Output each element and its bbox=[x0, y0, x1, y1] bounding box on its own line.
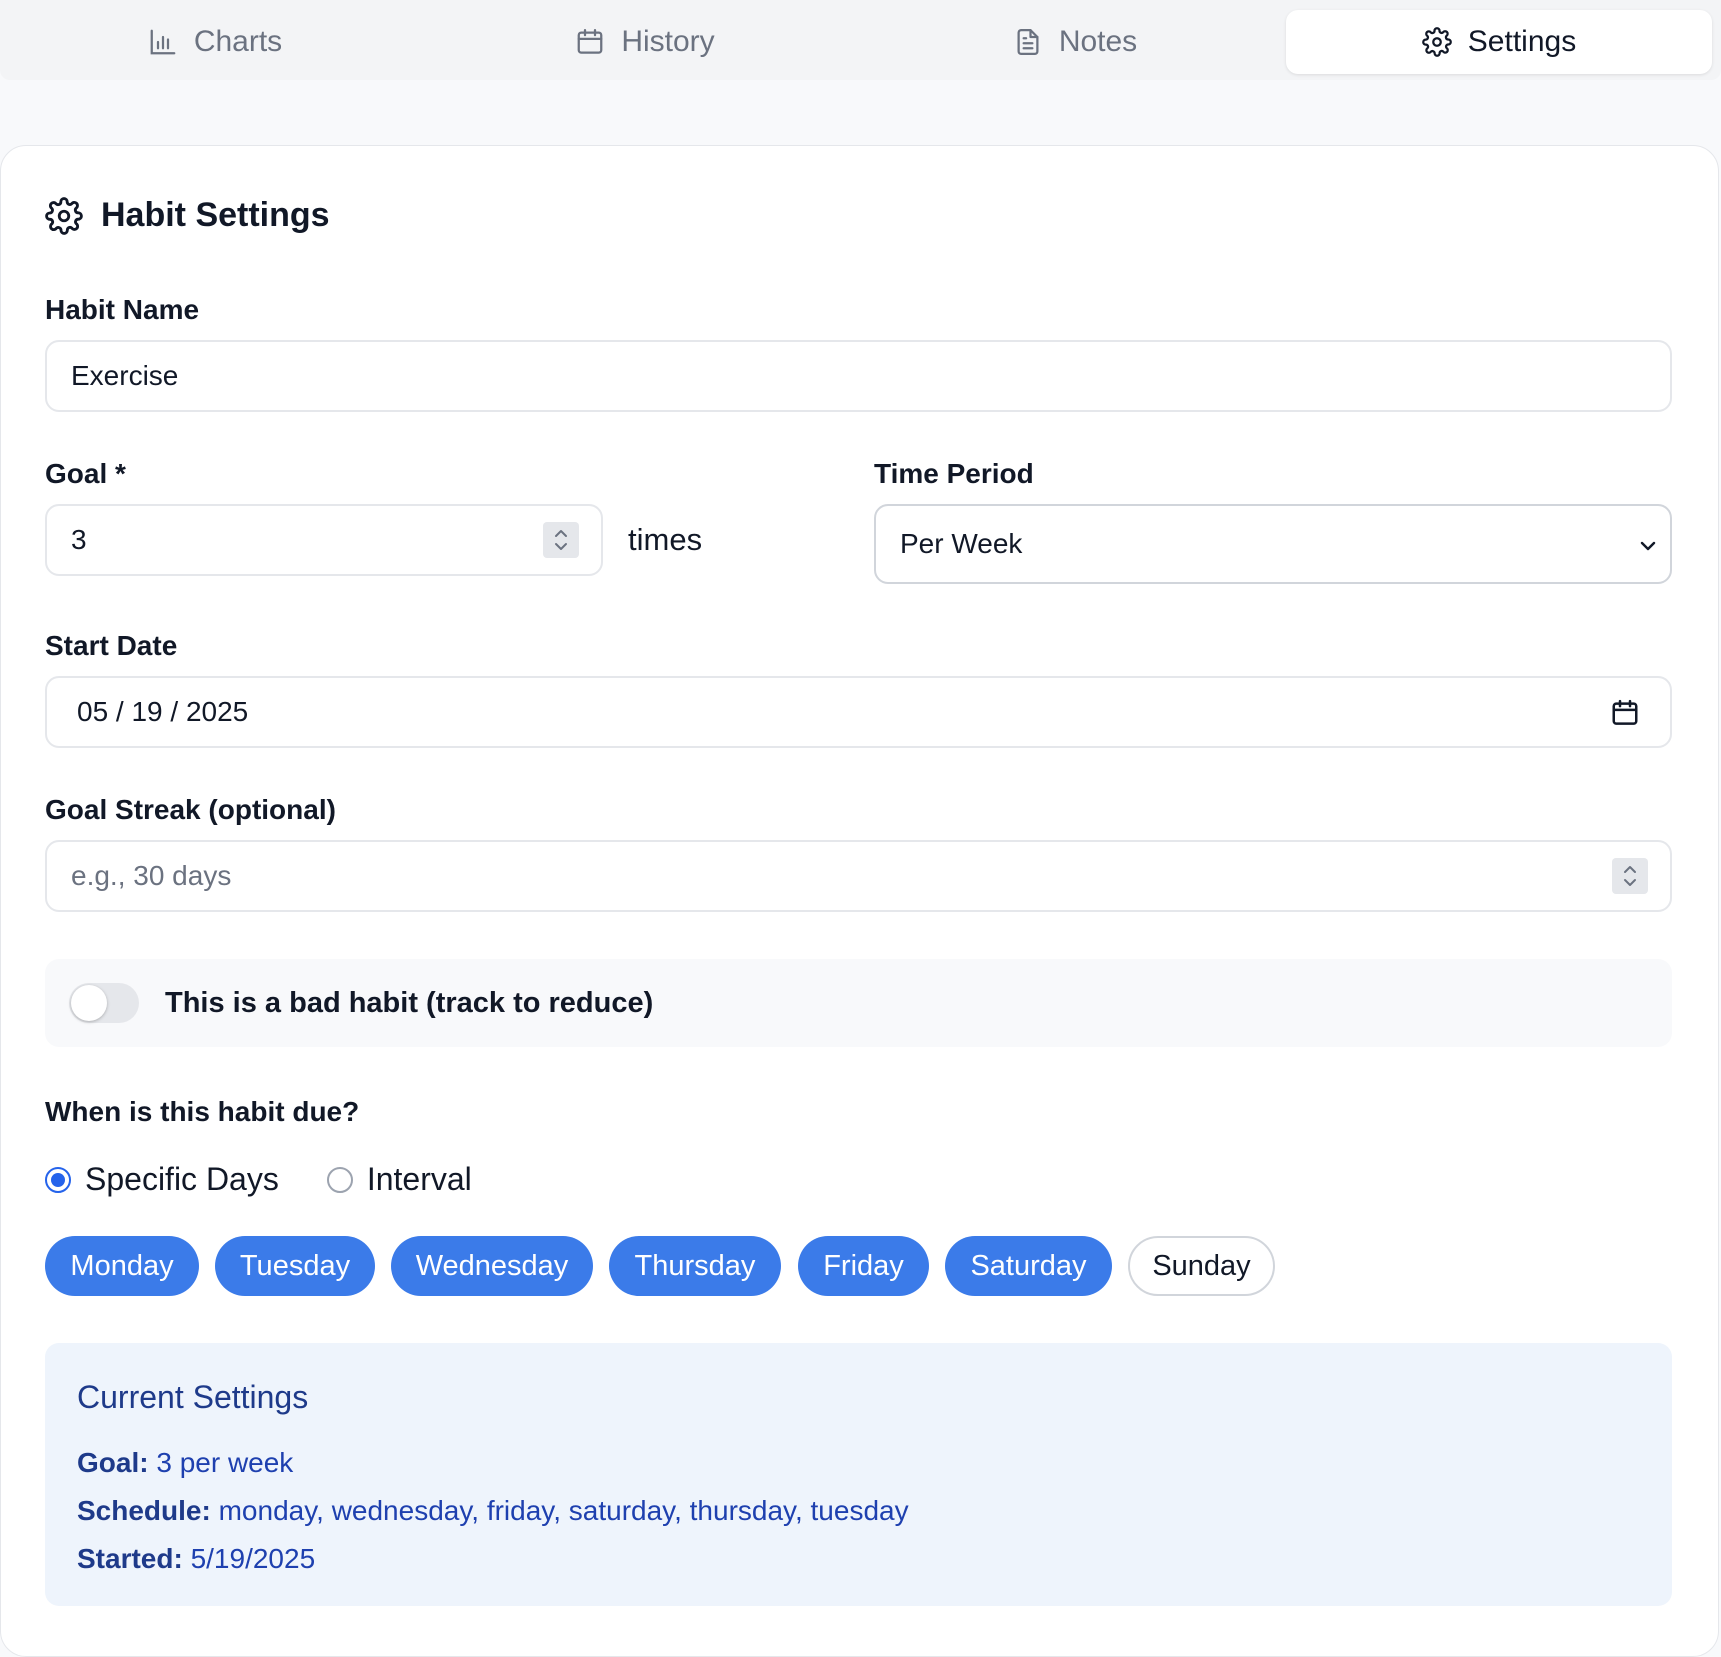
summary-goal-label: Goal: bbox=[77, 1447, 149, 1478]
tab-charts[interactable]: Charts bbox=[60, 10, 370, 74]
current-settings-panel: Current Settings Goal: 3 per week Schedu… bbox=[45, 1343, 1672, 1606]
summary-schedule-value: monday, wednesday, friday, saturday, thu… bbox=[218, 1495, 909, 1526]
document-icon bbox=[1017, 29, 1039, 55]
tab-history[interactable]: History bbox=[490, 10, 800, 74]
bar-chart-icon bbox=[150, 29, 176, 55]
bad-habit-toggle[interactable] bbox=[69, 983, 139, 1023]
bad-habit-row: This is a bad habit (track to reduce) bbox=[45, 959, 1672, 1047]
page-title: Habit Settings bbox=[101, 196, 330, 234]
toggle-knob bbox=[71, 985, 107, 1021]
day-chip-thursday[interactable]: Thursday bbox=[609, 1236, 781, 1296]
start-date-input[interactable]: 05 / 19 / 2025 bbox=[45, 676, 1672, 748]
goal-streak-stepper[interactable] bbox=[1612, 858, 1648, 894]
card-heading: Habit Settings bbox=[45, 196, 330, 235]
habit-name-label: Habit Name bbox=[45, 294, 200, 325]
bad-habit-label: This is a bad habit (track to reduce) bbox=[165, 986, 654, 1019]
specific-days-label[interactable]: Specific Days bbox=[85, 1161, 279, 1198]
start-date-label: Start Date bbox=[45, 630, 178, 661]
chevron-up-down-icon bbox=[1624, 866, 1636, 886]
goal-stepper[interactable] bbox=[543, 522, 579, 558]
day-chip-sunday[interactable]: Sunday bbox=[1128, 1236, 1275, 1296]
summary-goal: Goal: 3 per week bbox=[77, 1447, 293, 1479]
summary-title: Current Settings bbox=[77, 1379, 309, 1415]
goal-streak-input[interactable]: e.g., 30 days bbox=[45, 840, 1672, 912]
specific-days-radio[interactable] bbox=[45, 1166, 71, 1193]
start-date-value: 05 / 19 / 2025 bbox=[77, 696, 249, 727]
calendar-icon[interactable] bbox=[1610, 698, 1640, 728]
goal-value: 3 bbox=[71, 524, 87, 555]
chevron-down-icon bbox=[1640, 541, 1656, 551]
interval-radio[interactable] bbox=[326, 1166, 353, 1193]
gear-icon bbox=[45, 196, 83, 235]
time-period-value: Per Week bbox=[900, 528, 1023, 559]
time-period-select[interactable]: Per Week bbox=[874, 504, 1672, 584]
summary-schedule: Schedule: monday, wednesday, friday, sat… bbox=[77, 1495, 909, 1527]
time-period-label: Time Period bbox=[874, 458, 1034, 489]
tab-settings-label: Settings bbox=[1467, 25, 1577, 58]
tab-notes-label: Notes bbox=[1058, 25, 1138, 58]
day-chip-saturday[interactable]: Saturday bbox=[945, 1236, 1112, 1296]
chevron-up-down-icon bbox=[555, 530, 567, 550]
tab-history-label: History bbox=[621, 25, 715, 58]
due-options: Specific Days Interval bbox=[45, 1161, 472, 1198]
gear-icon bbox=[1421, 27, 1452, 57]
tab-settings[interactable]: Settings bbox=[1286, 10, 1712, 74]
summary-started-label: Started: bbox=[77, 1543, 183, 1574]
goal-streak-label: Goal Streak (optional) bbox=[45, 794, 336, 825]
day-chip-friday[interactable]: Friday bbox=[798, 1236, 929, 1296]
calendar-icon bbox=[577, 29, 603, 54]
day-chip-wednesday[interactable]: Wednesday bbox=[391, 1236, 593, 1296]
settings-card: Habit Settings Habit Name Exercise Goal … bbox=[0, 145, 1719, 1657]
interval-label[interactable]: Interval bbox=[367, 1161, 472, 1198]
goal-label: Goal * bbox=[45, 458, 126, 489]
tab-bar: Charts History Notes Settings bbox=[0, 0, 1721, 80]
habit-name-field[interactable]: Exercise bbox=[45, 340, 1672, 412]
day-chip-monday[interactable]: Monday bbox=[45, 1236, 199, 1296]
summary-started: Started: 5/19/2025 bbox=[77, 1543, 315, 1575]
summary-started-value: 5/19/2025 bbox=[190, 1543, 316, 1574]
summary-goal-value: 3 per week bbox=[156, 1447, 294, 1478]
tab-charts-label: Charts bbox=[193, 25, 283, 58]
habit-name-value: Exercise bbox=[71, 360, 179, 391]
tab-notes[interactable]: Notes bbox=[920, 10, 1230, 74]
summary-schedule-label: Schedule: bbox=[77, 1495, 211, 1526]
goal-streak-placeholder: e.g., 30 days bbox=[71, 860, 232, 891]
day-chip-tuesday[interactable]: Tuesday bbox=[215, 1236, 375, 1296]
goal-unit: times bbox=[628, 522, 703, 557]
goal-input[interactable]: 3 bbox=[45, 504, 603, 576]
due-label: When is this habit due? bbox=[45, 1096, 360, 1127]
